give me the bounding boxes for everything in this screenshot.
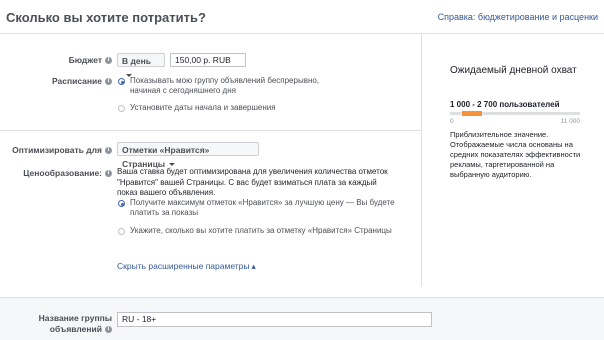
adset-name-label: Название группы объявлений [38, 313, 112, 334]
pricing-radio-max[interactable] [118, 200, 125, 207]
reach-bar [450, 111, 580, 117]
schedule-option-dates[interactable]: Установите даты начала и завершения [130, 103, 390, 113]
schedule-radio-continuous[interactable] [118, 78, 125, 85]
chevron-down-icon [169, 163, 176, 167]
info-icon[interactable]: i [105, 147, 112, 155]
info-icon[interactable]: i [105, 170, 112, 178]
bottom-divider [0, 297, 604, 298]
schedule-radio-dates[interactable] [118, 105, 125, 112]
advanced-toggle[interactable]: Скрыть расширенные параметры ▴ [117, 261, 256, 272]
schedule-option-continuous[interactable]: Показывать мою группу объявлений беспрер… [130, 76, 330, 96]
schedule-label-wrap: Расписание i [52, 76, 112, 86]
pricing-option-max[interactable]: Получите максимум отметок «Нравится» за … [130, 198, 400, 218]
caret-up-icon: ▴ [251, 261, 256, 271]
info-icon[interactable]: i [105, 57, 112, 65]
budget-period-value: В день [122, 56, 151, 66]
reach-description: Приблизительное значение. Отображаемые ч… [450, 130, 581, 179]
pricing-option-manual[interactable]: Укажите, сколько вы хотите платить за от… [130, 226, 410, 236]
help-link[interactable]: Справка: бюджетирование и расценки [438, 12, 598, 22]
reach-bar-fill [461, 111, 482, 116]
section-divider [0, 130, 421, 131]
reach-range: 1 000 - 2 700 пользователей [450, 100, 560, 109]
optimize-dropdown[interactable]: Отметки «Нравится» Страницы [117, 142, 259, 169]
optimize-label-wrap: Оптимизировать для i [12, 145, 112, 155]
schedule-label: Расписание [51, 76, 102, 86]
adset-name-label-wrap: Название группы объявлений i [12, 313, 112, 335]
pricing-description: Ваша ставка будет оптимизирована для уве… [117, 167, 388, 197]
reach-min: 0 [450, 118, 454, 125]
budget-amount-input[interactable]: 150,00 р. RUB [170, 53, 246, 67]
budget-period-dropdown[interactable]: В день [117, 53, 165, 78]
optimize-value: Отметки «Нравится» Страницы [122, 145, 210, 169]
adset-name-input[interactable]: RU - 18+ [117, 312, 432, 327]
info-icon[interactable]: i [105, 78, 112, 86]
budget-label: Бюджет [68, 55, 102, 65]
pricing-label-wrap: Ценообразование: i [23, 168, 112, 178]
reach-title: Ожидаемый дневной охват [450, 65, 577, 76]
optimize-label: Оптимизировать для [12, 145, 102, 155]
budget-label-wrap: Бюджет i [69, 55, 112, 65]
panel-divider [421, 34, 422, 287]
page-title: Сколько вы хотите потратить? [6, 10, 206, 25]
advanced-link[interactable]: Скрыть расширенные параметры [117, 261, 250, 271]
pricing-radio-manual[interactable] [118, 228, 125, 235]
pricing-label: Ценообразование: [23, 168, 102, 178]
info-icon[interactable]: i [105, 326, 112, 334]
header-divider [0, 33, 604, 34]
reach-max: 11 000 [560, 118, 580, 125]
